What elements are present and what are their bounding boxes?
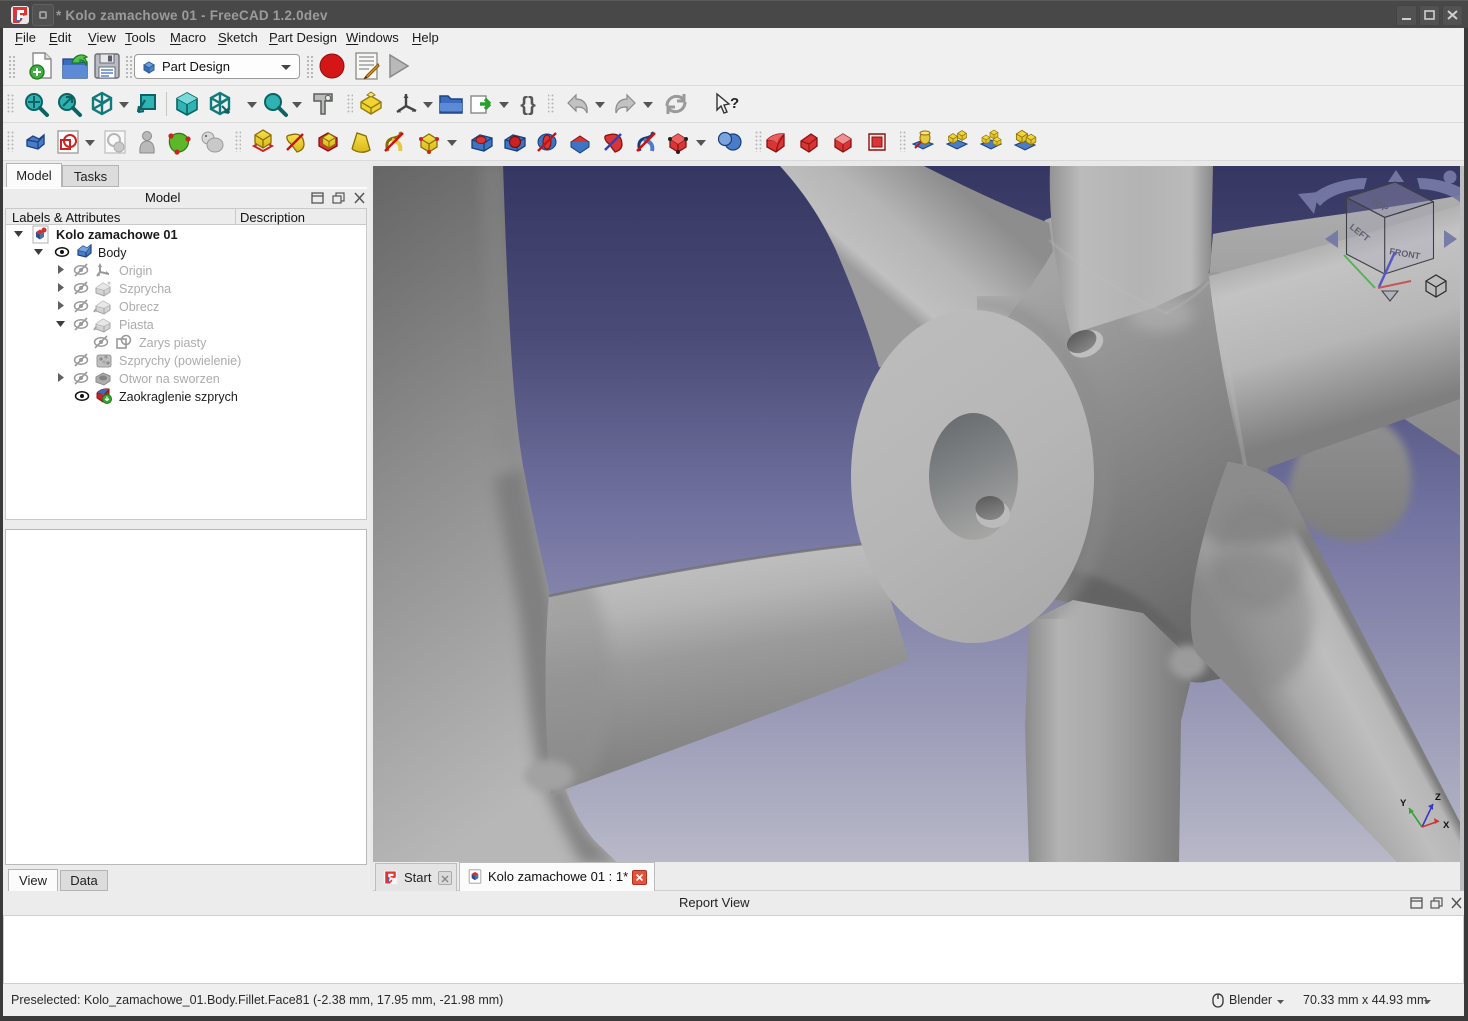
svg-text:Obrecz: Obrecz [119, 300, 159, 314]
svg-text:Szprychy (powielenie): Szprychy (powielenie) [119, 354, 241, 368]
svg-text:Z: Z [1435, 792, 1441, 803]
svg-text:Body: Body [98, 246, 127, 260]
svg-text:Piasta: Piasta [119, 318, 154, 332]
svg-text:Zarys piasty: Zarys piasty [139, 336, 207, 350]
svg-text:Y: Y [1400, 798, 1407, 809]
svg-text:{}: {} [520, 94, 536, 116]
svg-text:?: ? [730, 95, 739, 112]
svg-text:Kolo zamachowe 01: Kolo zamachowe 01 [56, 227, 178, 242]
svg-text:Zaokraglenie szprych: Zaokraglenie szprych [119, 390, 238, 404]
svg-text:Otwor na sworzen: Otwor na sworzen [119, 372, 220, 386]
svg-text:Origin: Origin [119, 264, 152, 278]
svg-text:Szprycha: Szprycha [119, 282, 171, 296]
svg-text:X: X [1443, 820, 1450, 831]
